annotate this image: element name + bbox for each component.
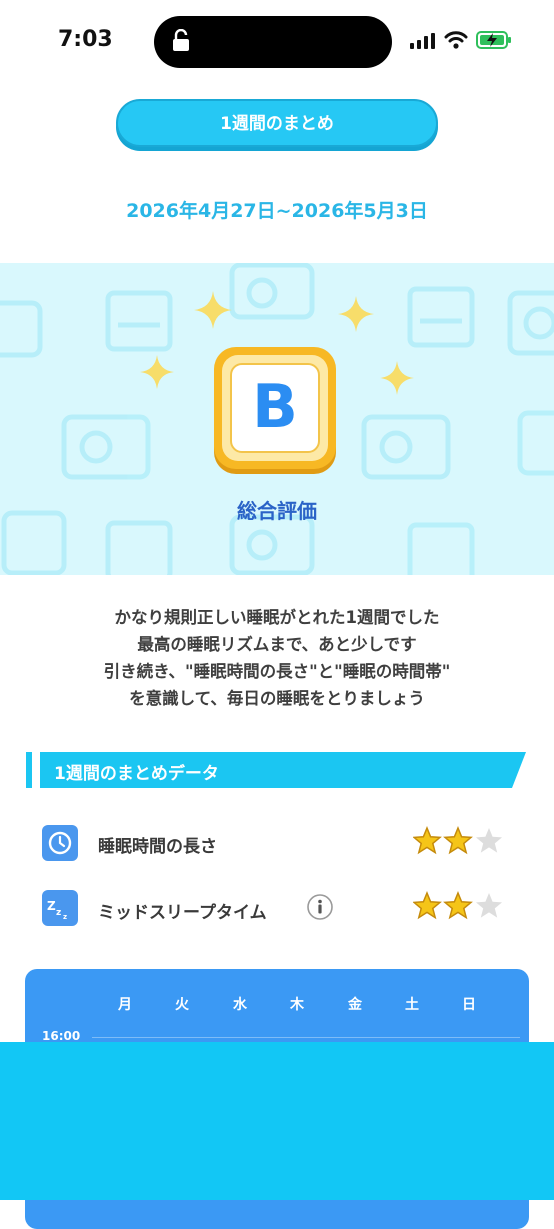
grade-badge-inner: B — [222, 355, 328, 461]
day-label-thu: 木 — [290, 997, 304, 1013]
day-label-sun: 日 — [462, 997, 476, 1013]
svg-text:Z: Z — [47, 899, 56, 913]
star-empty-icon — [476, 828, 502, 853]
sparkle-icon — [338, 296, 374, 332]
grade-hero-panel: B 総合評価 — [0, 263, 554, 575]
metric-label-midsleep-time: ミッドスリープタイム — [98, 903, 267, 923]
star-filled-icon — [413, 826, 442, 855]
hour-label: 16:00 — [42, 1029, 81, 1043]
rating-stars — [413, 826, 502, 855]
date-range: 2026年4月27日~2026年5月3日 — [126, 200, 428, 222]
star-filled-icon — [413, 891, 442, 920]
metric-label-sleep-duration: 睡眠時間の長さ — [98, 837, 217, 857]
bottom-panel — [0, 1042, 554, 1200]
weekly-summary-title-button[interactable]: 1週間のまとめ — [116, 99, 438, 147]
message-line: かなり規則正しい睡眠がとれた1週間でした — [114, 608, 440, 627]
grade-badge: B — [214, 347, 336, 469]
message-line: 最高の睡眠リズムまで、あと少しです — [137, 635, 417, 654]
day-label-tue: 火 — [175, 997, 189, 1013]
rating-stars — [413, 891, 502, 920]
sparkle-icon — [194, 291, 232, 329]
wifi-icon — [444, 31, 468, 49]
star-empty-icon — [476, 893, 502, 918]
overall-grade-label: 総合評価 — [237, 499, 317, 523]
status-bar: 7:03 — [0, 0, 554, 80]
dynamic-island — [154, 16, 392, 68]
info-icon[interactable] — [307, 894, 333, 920]
unlock-icon — [173, 29, 189, 51]
day-label-mon: 月 — [118, 997, 132, 1013]
clock-icon — [42, 825, 78, 861]
battery-charging-icon — [476, 31, 511, 49]
sparkle-icon — [140, 355, 174, 389]
message-line: 引き続き、"睡眠時間の長さ"と"睡眠の時間帯" — [103, 662, 451, 681]
hour-gridline — [92, 1037, 520, 1038]
svg-text:z: z — [56, 908, 61, 918]
sparkle-icon — [380, 361, 414, 395]
cellular-signal-icon — [410, 33, 435, 49]
status-time: 7:03 — [58, 27, 113, 52]
day-label-wed: 水 — [233, 997, 247, 1013]
star-filled-icon — [443, 826, 473, 855]
star-filled-icon — [443, 891, 473, 920]
summary-message: かなり規則正しい睡眠がとれた1週間でした 最高の睡眠リズムまで、あと少しです 引… — [0, 604, 554, 712]
day-label-sat: 土 — [405, 997, 419, 1013]
grade-letter: B — [230, 363, 320, 453]
zzz-icon: Z z z — [42, 890, 78, 926]
svg-text:z: z — [63, 913, 67, 921]
section-title: 1週間のまとめデータ — [54, 764, 219, 784]
day-label-fri: 金 — [348, 997, 362, 1013]
message-line: を意識して、毎日の睡眠をとりましょう — [129, 689, 425, 708]
